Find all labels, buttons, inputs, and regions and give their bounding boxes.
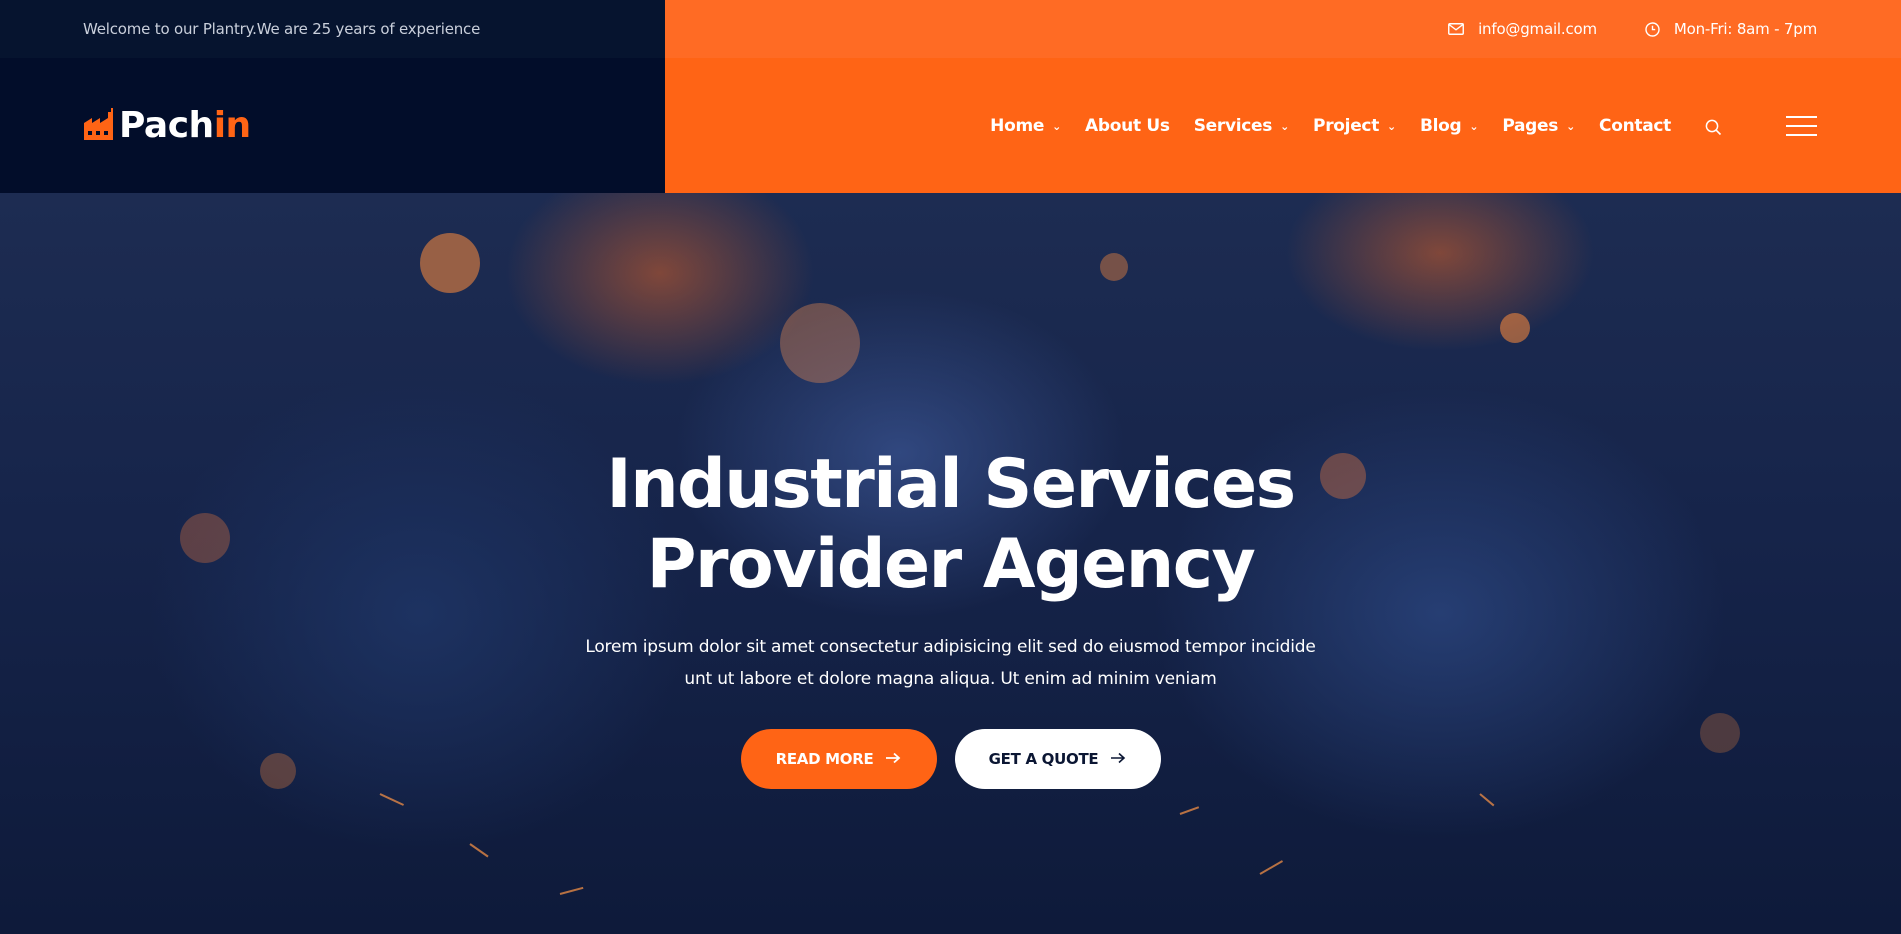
chevron-down-icon: ⌄ [1387, 120, 1396, 133]
arrow-right-icon [885, 750, 901, 768]
hours-text: Mon-Fri: 8am - 7pm [1673, 20, 1817, 38]
envelope-icon [1448, 23, 1465, 35]
email-text: info@gmail.com [1478, 20, 1597, 38]
welcome-message: Welcome to our Plantry.We are 25 years o… [83, 20, 481, 38]
search-icon [1705, 119, 1722, 140]
get-a-quote-label: GET A QUOTE [988, 750, 1099, 768]
header-logo-area: Pachin [0, 58, 665, 193]
clock-icon [1645, 21, 1660, 37]
top-bar-left: Welcome to our Plantry.We are 25 years o… [0, 0, 665, 58]
logo-text-accent: in [213, 105, 251, 146]
hero-title: Industrial Services Provider Agency [501, 445, 1401, 605]
nav-item-home[interactable]: Home ⌄ [990, 116, 1061, 136]
logo-text-main: Pach [119, 105, 214, 146]
main-navigation: Home ⌄ About Us Services ⌄ Project ⌄ Blog ⌄ … [990, 116, 1671, 136]
hero-description-line: unt ut labore et dolore magna aliqua. Ut… [684, 669, 1217, 689]
read-more-button[interactable]: READ MORE [740, 729, 937, 789]
nav-item-services[interactable]: Services ⌄ [1193, 115, 1290, 136]
hero-buttons: READ MORE GET A QUOTE [740, 729, 1161, 789]
nav-item-label: Pages [1502, 115, 1559, 136]
search-button[interactable] [1705, 119, 1722, 140]
hero-description-line: Lorem ipsum dolor sit amet consectetur a… [585, 637, 1316, 657]
hero-section: Industrial Services Provider Agency Lore… [0, 193, 1901, 934]
chevron-down-icon: ⌄ [1566, 120, 1576, 133]
nav-item-label: Blog [1419, 115, 1462, 136]
nav-item-label: Home [990, 115, 1045, 136]
nav-item-about-us[interactable]: About Us [1085, 116, 1170, 136]
top-bar: Welcome to our Plantry.We are 25 years o… [0, 0, 1901, 58]
factory-icon [82, 106, 116, 146]
nav-item-blog[interactable]: Blog ⌄ [1419, 115, 1479, 136]
main-header: Pachin Home ⌄ About Us Services ⌄ Project ⌄… [0, 58, 1901, 193]
read-more-label: READ MORE [775, 750, 874, 768]
logo-text: Pachin [119, 105, 251, 146]
top-bar-right: info@gmail.com Mon-Fri: 8am - 7pm [665, 0, 1901, 58]
hamburger-icon-line [1786, 124, 1817, 127]
nav-item-pages[interactable]: Pages ⌄ [1502, 116, 1575, 136]
nav-item-label: Contact [1599, 115, 1671, 136]
hamburger-icon-line [1786, 133, 1817, 136]
arrow-right-icon [1110, 750, 1126, 768]
hours-contact: Mon-Fri: 8am - 7pm [1645, 20, 1817, 38]
site-logo[interactable]: Pachin [82, 105, 251, 146]
nav-item-label: Services [1193, 115, 1273, 136]
chevron-down-icon: ⌄ [1052, 120, 1062, 133]
chevron-down-icon: ⌄ [1280, 120, 1290, 133]
nav-item-label: Project [1313, 115, 1380, 136]
chevron-down-icon: ⌄ [1469, 120, 1479, 133]
hero-title-line: Provider Agency [646, 525, 1256, 604]
get-a-quote-button[interactable]: GET A QUOTE [954, 729, 1161, 789]
nav-item-project[interactable]: Project ⌄ [1313, 116, 1396, 136]
hamburger-icon-line [1786, 115, 1817, 118]
hamburger-menu-button[interactable] [1786, 115, 1817, 136]
nav-item-contact[interactable]: Contact [1599, 116, 1671, 136]
email-contact[interactable]: info@gmail.com [1448, 20, 1597, 38]
hero-content: Industrial Services Provider Agency Lore… [0, 193, 1901, 934]
header-nav-area: Home ⌄ About Us Services ⌄ Project ⌄ Blog ⌄ … [665, 58, 1901, 193]
nav-item-label: About Us [1085, 115, 1170, 136]
hero-description: Lorem ipsum dolor sit amet consectetur a… [571, 631, 1331, 695]
hero-title-line: Industrial Services [606, 445, 1296, 524]
